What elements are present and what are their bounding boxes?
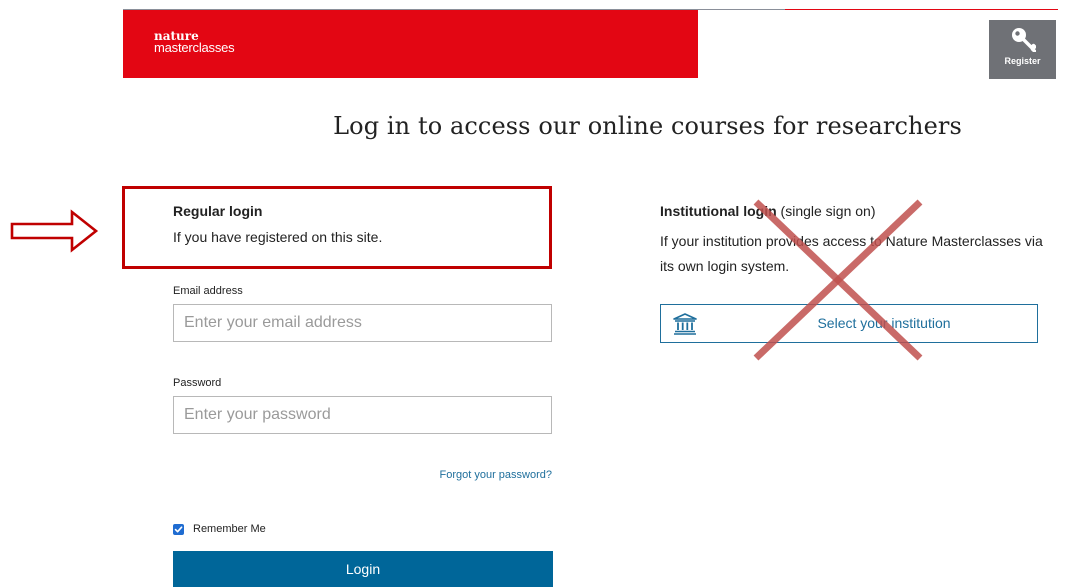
institutional-login-title-suffix: (single sign on) bbox=[776, 203, 876, 219]
password-label: Password bbox=[173, 377, 222, 389]
checkmark-icon bbox=[174, 525, 183, 532]
regular-login-title: Regular login bbox=[173, 203, 263, 219]
page-title: Log in to access our online courses for … bbox=[333, 112, 962, 140]
forgot-password-link[interactable]: Forgot your password? bbox=[360, 469, 553, 481]
institutional-login-title-bold: Institutional login bbox=[660, 203, 777, 219]
select-institution-button[interactable]: Select your institution bbox=[660, 304, 1038, 343]
institutional-login-title: Institutional login (single sign on) bbox=[660, 203, 875, 219]
select-institution-label: Select your institution bbox=[817, 315, 951, 331]
remember-me-label: Remember Me bbox=[193, 523, 266, 535]
highlight-box bbox=[122, 186, 552, 269]
remember-me-row: Remember Me bbox=[173, 523, 266, 535]
regular-login-description: If you have registered on this site. bbox=[173, 229, 383, 245]
header-banner: nature masterclasses bbox=[123, 10, 698, 78]
email-label: Email address bbox=[173, 285, 243, 297]
register-label: Register bbox=[1004, 56, 1041, 66]
register-button[interactable]: Register bbox=[989, 20, 1056, 79]
key-icon bbox=[1011, 28, 1036, 52]
email-input[interactable] bbox=[173, 304, 552, 342]
arrow-right-icon bbox=[10, 209, 99, 253]
top-divider-accent bbox=[785, 9, 1058, 10]
password-input[interactable] bbox=[173, 396, 552, 434]
remember-me-checkbox[interactable] bbox=[173, 523, 184, 535]
institutional-login-description: If your institution provides access to N… bbox=[660, 233, 1043, 274]
site-logo[interactable]: nature masterclasses bbox=[154, 30, 235, 55]
logo-line-masterclasses: masterclasses bbox=[154, 40, 235, 55]
login-button[interactable]: Login bbox=[173, 551, 553, 587]
